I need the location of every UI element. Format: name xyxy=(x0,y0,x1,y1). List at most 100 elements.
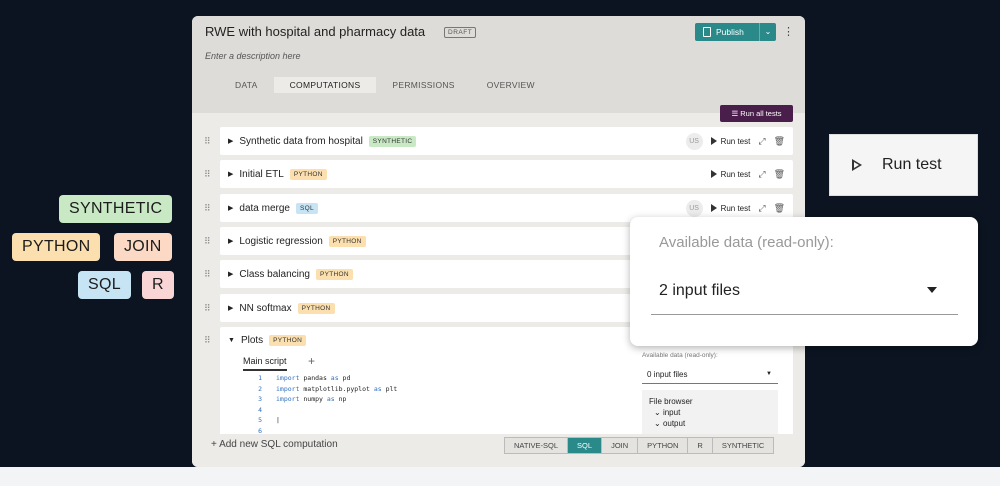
tab-data[interactable]: DATA xyxy=(219,77,274,93)
available-data-label: Available data (read-only): xyxy=(659,234,834,251)
add-script-icon[interactable]: + xyxy=(308,354,315,368)
run-test-button[interactable]: Run test xyxy=(710,203,751,213)
drag-handle-icon[interactable]: ⠿ xyxy=(204,136,211,147)
expand-icon[interactable]: ⤢ xyxy=(758,203,765,214)
tag-synthetic: SYNTHETIC xyxy=(59,195,173,223)
run-test-label: Run test xyxy=(720,169,751,179)
file-browser-title: File browser xyxy=(649,397,693,406)
line-number: 4 xyxy=(258,405,262,414)
lang-synthetic[interactable]: SYNTHETIC xyxy=(712,438,774,453)
run-test-label: Run test xyxy=(720,203,751,213)
type-badge: PYTHON xyxy=(289,168,327,180)
code-editor[interactable]: 1 import pandas as pd 2 import matplotlib.… xyxy=(248,373,397,436)
computation-name: Initial ETL xyxy=(239,168,284,180)
footer-bar: + Add new SQL computation NATIVE-SQL SQL… xyxy=(192,434,805,467)
folder-input[interactable]: ⌄ input xyxy=(654,408,771,417)
code-text: pandas xyxy=(299,374,331,382)
expand-icon[interactable]: ⤢ xyxy=(758,136,765,147)
play-icon xyxy=(710,170,717,178)
document-icon xyxy=(703,27,711,37)
code-text: numpy xyxy=(299,395,327,403)
folder-output[interactable]: ⌄ output xyxy=(654,419,771,428)
description-field[interactable]: Enter a description here xyxy=(205,51,301,61)
run-test-button[interactable]: Run test xyxy=(710,169,751,179)
expand-icon[interactable]: ⤢ xyxy=(758,169,765,180)
lang-r[interactable]: R xyxy=(688,438,713,453)
input-files-value: 0 input files xyxy=(647,370,688,379)
tab-permissions[interactable]: PERMISSIONS xyxy=(376,77,470,93)
play-icon xyxy=(710,137,717,145)
computation-row[interactable]: ⠿ ▶ Initial ETL PYTHON Run test ⤢ 🗑 xyxy=(204,160,793,188)
lang-join[interactable]: JOIN xyxy=(602,438,639,453)
lang-sql[interactable]: SQL xyxy=(568,438,603,453)
publish-button[interactable]: Publish ⌄ xyxy=(695,23,776,41)
tab-main-script[interactable]: Main script xyxy=(243,356,287,371)
computation-name: Class balancing xyxy=(239,268,310,280)
line-number: 3 xyxy=(258,395,262,403)
play-icon xyxy=(710,204,717,212)
input-files-select[interactable]: 0 input files ▼ xyxy=(642,367,778,384)
lang-native-sql[interactable]: NATIVE-SQL xyxy=(505,438,569,453)
expand-caret-icon[interactable]: ▶ xyxy=(228,204,233,212)
code-text: plt xyxy=(381,384,398,393)
line-number: 2 xyxy=(258,384,262,393)
avatar: US xyxy=(685,132,703,150)
tag-sql: SQL xyxy=(78,271,131,299)
run-test-callout[interactable]: Run test xyxy=(829,134,978,196)
select-underline xyxy=(651,314,958,315)
add-computation-button[interactable]: + Add new SQL computation xyxy=(211,439,338,450)
tab-overview[interactable]: OVERVIEW xyxy=(471,77,551,93)
drag-handle-icon[interactable]: ⠿ xyxy=(204,335,211,346)
drag-handle-icon[interactable]: ⠿ xyxy=(204,236,211,247)
publish-label: Publish xyxy=(716,27,744,37)
collapse-caret-icon[interactable]: ▼ xyxy=(228,337,235,344)
drag-handle-icon[interactable]: ⠿ xyxy=(204,269,211,280)
tab-computations[interactable]: COMPUTATIONS xyxy=(273,77,377,93)
type-badge: PYTHON xyxy=(269,335,307,346)
tag-join: JOIN xyxy=(114,233,172,261)
tab-bar: DATA COMPUTATIONS PERMISSIONS OVERVIEW xyxy=(219,77,551,93)
language-selector: NATIVE-SQL SQL JOIN PYTHON R SYNTHETIC xyxy=(504,437,775,454)
computation-name: Logistic regression xyxy=(239,235,323,247)
code-keyword: import xyxy=(276,384,300,393)
expand-caret-icon[interactable]: ▶ xyxy=(228,170,233,178)
dropdown-arrow-icon[interactable] xyxy=(927,287,937,293)
run-all-tests-button[interactable]: ☰ Run all tests xyxy=(720,105,793,122)
computation-name: NN softmax xyxy=(239,302,292,314)
trash-icon[interactable]: 🗑 xyxy=(774,169,785,180)
type-badge: SYNTHETIC xyxy=(368,135,417,147)
type-badge: PYTHON xyxy=(316,268,353,280)
drag-handle-icon[interactable]: ⠿ xyxy=(204,303,211,314)
available-data-callout: Available data (read-only): 2 input file… xyxy=(630,217,978,346)
computation-name: data merge xyxy=(239,202,290,214)
dropdown-arrow-icon: ▼ xyxy=(766,371,772,377)
run-test-button[interactable]: Run test xyxy=(710,137,750,146)
code-keyword: as xyxy=(330,374,339,382)
more-options-icon[interactable]: ⋮ xyxy=(783,25,794,38)
trash-icon[interactable]: 🗑 xyxy=(774,136,785,147)
expand-caret-icon[interactable]: ▶ xyxy=(228,270,233,278)
code-keyword: import xyxy=(276,374,300,382)
chevron-down-icon[interactable]: ⌄ xyxy=(759,23,776,41)
type-badge: SQL xyxy=(295,202,318,214)
folder-label: input xyxy=(662,408,681,417)
run-test-label: Run test xyxy=(882,156,942,173)
expand-caret-icon[interactable]: ▶ xyxy=(228,237,233,245)
trash-icon[interactable]: 🗑 xyxy=(774,203,785,214)
status-badge: DRAFT xyxy=(444,27,477,38)
input-files-value[interactable]: 2 input files xyxy=(659,282,740,300)
file-browser: File browser ⌄ input ⌄ output xyxy=(642,390,778,437)
code-keyword: as xyxy=(373,384,382,393)
type-badge: PYTHON xyxy=(328,235,366,247)
lang-python[interactable]: PYTHON xyxy=(638,438,689,453)
drag-handle-icon[interactable]: ⠿ xyxy=(204,169,211,180)
computation-row[interactable]: ⠿ ▶ Synthetic data from hospital SYNTHET… xyxy=(204,127,793,155)
avatar: US xyxy=(685,199,703,217)
tag-python: PYTHON xyxy=(12,233,101,261)
expand-caret-icon[interactable]: ▶ xyxy=(228,304,233,312)
drag-handle-icon[interactable]: ⠿ xyxy=(204,203,211,214)
expand-caret-icon[interactable]: ▶ xyxy=(228,137,233,145)
computation-name: Plots xyxy=(240,335,264,346)
page-footer-strip xyxy=(0,467,1000,486)
computation-name: Synthetic data from hospital xyxy=(239,135,363,147)
